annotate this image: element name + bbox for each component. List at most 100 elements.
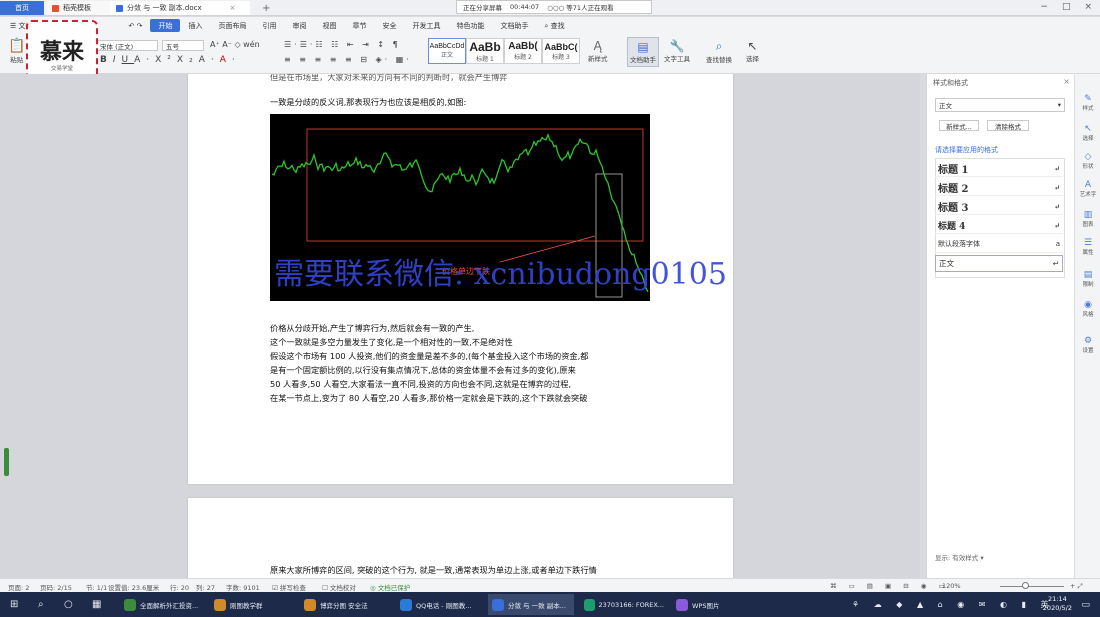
select-tool[interactable]: ↖ 选择: [1075, 124, 1100, 142]
menu-chapter[interactable]: 章节: [344, 21, 374, 31]
taskbar-item-1[interactable]: 全面解析外汇投资...: [120, 594, 206, 615]
panel-close-icon[interactable]: ×: [1063, 77, 1070, 86]
theme-tool[interactable]: ◉ 风格: [1075, 300, 1100, 318]
view-mode-buttons[interactable]: ⌘ ▭ ▤ ▣ ⊟ ◉ ▭: [830, 582, 950, 590]
align-buttons[interactable]: ≡ ≡ ≡ ≡ ≡ ⊟ ◈· ▦·: [284, 55, 412, 64]
style-list-heading-2[interactable]: 标题 2 ↵: [935, 179, 1063, 196]
notification-icon[interactable]: ▭: [1077, 594, 1094, 615]
app-icon: [304, 598, 316, 611]
style-heading-2[interactable]: AaBb(标题 2: [504, 38, 542, 64]
property-tool[interactable]: ☰ 属性: [1075, 238, 1100, 256]
current-style-select[interactable]: 正文 ▾: [935, 98, 1065, 112]
zoom-slider[interactable]: [1000, 586, 1064, 587]
taskbar-item-2[interactable]: 刚图教学群: [210, 594, 296, 615]
doc-protected-status[interactable]: ◎ 文档已保护: [370, 582, 410, 592]
taskbar-item-3[interactable]: 博弈分图 安全法: [300, 594, 386, 615]
menu-review[interactable]: 审阅: [284, 21, 314, 31]
tab-home-label: 首页: [15, 4, 29, 12]
windows-start-icon[interactable]: ⊞: [6, 594, 22, 615]
style-list-normal[interactable]: 正文 ↵: [935, 255, 1063, 272]
gear-icon: ⚙: [1083, 336, 1093, 346]
undo-redo-icons[interactable]: ↶ ↷: [121, 22, 151, 30]
style-heading-1[interactable]: AaBb 标题 1: [466, 38, 504, 64]
style-list-heading-1[interactable]: 标题 1 ↵: [935, 160, 1063, 177]
menu-features[interactable]: 特色功能: [448, 21, 492, 31]
menu-developer[interactable]: 开发工具: [404, 21, 448, 31]
system-tray-icons[interactable]: ⚘ ☁ ◆ ▲ ⌂ ◉ ✉ ◐ ▮ 英: [848, 594, 1059, 615]
cursor-icon: ↖: [747, 39, 758, 53]
shape-tool[interactable]: ◇ 形状: [1075, 152, 1100, 170]
paragraph-buttons[interactable]: ☰·☰·☷ ☷ ⇤ ⇥ ↕ ¶: [284, 40, 401, 49]
close-tab-icon[interactable]: ×: [230, 4, 236, 12]
taskbar-item-4[interactable]: QQ电话 - 刚图教...: [396, 594, 482, 615]
taskbar-clock[interactable]: 21:14 2020/5/2: [1043, 595, 1072, 613]
font-size-select[interactable]: 五号: [162, 40, 204, 51]
find-replace-button[interactable]: ⌕ 查找替换: [706, 39, 732, 64]
menu-security[interactable]: 安全: [374, 21, 404, 31]
zoom-in-icon[interactable]: + ⤢: [1070, 582, 1083, 591]
task-view-icon[interactable]: ○: [60, 594, 77, 615]
tab-home[interactable]: 首页: [0, 1, 44, 15]
menu-insert[interactable]: 插入: [180, 21, 210, 31]
doc-assistant-button[interactable]: ▤ 文档助手: [627, 37, 659, 67]
add-tab-button[interactable]: +: [256, 1, 276, 15]
new-style-panel-button[interactable]: 新样式...: [939, 120, 979, 131]
taskbar-item-5[interactable]: 分敛 与 一致 副本...: [488, 594, 574, 615]
tab-template[interactable]: 稻壳模板: [46, 1, 110, 15]
taskbar-item-6[interactable]: 23703166: FOREX...: [580, 594, 668, 615]
sliders-icon: ☰: [1083, 238, 1093, 248]
restrict-tool[interactable]: ▤ 限制: [1075, 270, 1100, 288]
metatrader-icon: [584, 598, 595, 611]
zoom-level[interactable]: 120%: [942, 582, 961, 590]
maximize-icon[interactable]: □: [1062, 2, 1071, 12]
search-icon[interactable]: ⌕: [34, 594, 48, 615]
minimize-icon[interactable]: −: [1040, 2, 1048, 12]
tab-document[interactable]: 分敛 与 一致 副本.docx ×: [110, 1, 250, 15]
document-page-2[interactable]: 原来大家所博弈的区间, 突破的这个行为, 就是一致,通常表现为单边上涨,或者单边…: [188, 498, 733, 578]
font-size-grow-icon[interactable]: A⁺ A⁻ ◇ wén: [210, 40, 260, 49]
status-setting: 设置值: 23.6厘米: [108, 584, 160, 592]
wordart-tool[interactable]: A 艺术字: [1075, 180, 1100, 198]
new-style-button[interactable]: Ą 新样式: [588, 39, 608, 63]
style-list-heading-3[interactable]: 标题 3 ↵: [935, 198, 1063, 215]
select-button[interactable]: ↖ 选择: [746, 39, 759, 63]
settings-tool[interactable]: ⚙ 设置: [1075, 336, 1100, 354]
taskbar-item-7[interactable]: WPS图片: [672, 594, 742, 615]
style-heading-3[interactable]: AaBbC(标题 3: [542, 38, 580, 64]
styles-tool[interactable]: ✎ 样式: [1075, 94, 1100, 112]
status-words[interactable]: 字数: 9101: [226, 582, 260, 592]
document-page[interactable]: 但是在市场里，大家对未来的方向有不同的判断时，就会产生博弈 一致是分歧的反义词,…: [188, 74, 733, 484]
text-tools-button[interactable]: 🔧 文字工具: [664, 39, 690, 63]
clear-format-button[interactable]: 清除格式: [987, 120, 1029, 131]
style-normal[interactable]: AaBbCcDd 正文: [428, 38, 466, 64]
spell-check-toggle[interactable]: ☑ 拼写检查: [272, 582, 306, 592]
menu-layout[interactable]: 页面布局: [210, 21, 254, 31]
range-box: [306, 128, 644, 242]
style-list-default-font[interactable]: 默认段落字体 a: [935, 236, 1063, 253]
paste-button[interactable]: 📋 粘贴: [8, 38, 25, 64]
menu-view[interactable]: 视图: [314, 21, 344, 31]
font-name-select[interactable]: 宋体 (正文): [96, 40, 158, 51]
chart-tool[interactable]: ▥ 图表: [1075, 210, 1100, 228]
doc-line-1: 一致是分歧的反义词,那表现行为也应该是相反的,如图:: [270, 97, 467, 107]
doc-para-4: 是有一个固定额比例的,以行没有集点情况下,总体的资金体量不会有过多的变化),原来: [270, 365, 576, 375]
document-canvas[interactable]: 但是在市场里，大家对未来的方向有不同的判断时，就会产生博弈 一致是分歧的反义词,…: [0, 74, 920, 578]
font-style-buttons[interactable]: BIUA·X²X₂A·A·: [100, 55, 241, 65]
proofread-button[interactable]: ☐ 文档校对: [322, 582, 356, 592]
show-styles-filter[interactable]: 显示: 有效样式 ▾: [935, 552, 984, 562]
share-viewers: ○○○ 等71人正在观看: [547, 4, 614, 12]
menu-doc-assistant[interactable]: 文档助手: [492, 21, 536, 31]
menu-search[interactable]: ⌕ 查找: [536, 21, 572, 31]
close-icon[interactable]: ×: [1084, 2, 1092, 12]
word-doc-icon: [116, 4, 123, 12]
share-timer: 00:44:07: [510, 3, 540, 11]
store-icon[interactable]: ▦: [88, 594, 105, 615]
menu-home[interactable]: 开始: [150, 19, 181, 32]
left-scroll-handle[interactable]: [4, 448, 9, 476]
status-pages[interactable]: 页码: 2/15: [40, 582, 72, 592]
wps-writer-icon: [492, 598, 504, 611]
menu-references[interactable]: 引用: [254, 21, 284, 31]
zoom-slider-thumb[interactable]: [1022, 582, 1029, 589]
ribbon-menu: ☰ 文件 ↶ ↷ 开始 插入 页面布局 引用 审阅 视图 章节 安全 开发工具 …: [0, 17, 1100, 34]
style-list-heading-4[interactable]: 标题 4 ↵: [935, 217, 1063, 234]
